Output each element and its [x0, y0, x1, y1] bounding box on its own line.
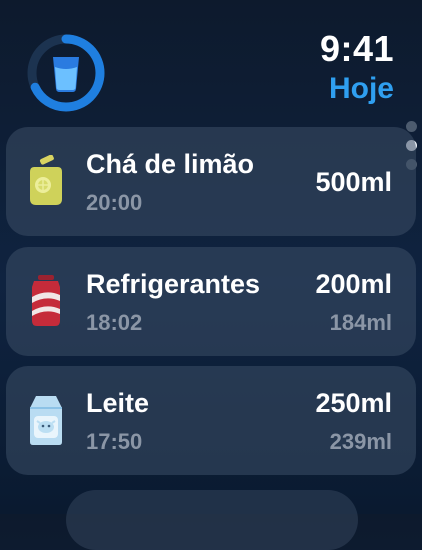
today-label[interactable]: Hoje — [329, 72, 394, 106]
drink-effective-amount: 184ml — [329, 310, 392, 335]
page-dot — [406, 121, 417, 132]
progress-ring[interactable] — [26, 33, 106, 113]
drink-entry-card[interactable]: Chá de limão 20:00 500ml — [6, 127, 416, 236]
progress-ring-graphic — [27, 34, 105, 112]
drink-time: 17:50 — [86, 429, 143, 454]
drink-entry-card[interactable]: Refrigerantes 18:02 200ml 184ml — [6, 247, 416, 356]
drink-name: Leite — [86, 388, 150, 418]
milk-carton-icon — [26, 394, 66, 446]
drink-time: 18:02 — [86, 310, 143, 335]
drink-amount: 250ml — [315, 388, 392, 418]
drink-amount: 200ml — [315, 269, 392, 299]
drink-time: 20:00 — [86, 190, 143, 215]
drink-effective-amount: 239ml — [329, 429, 392, 454]
water-glass-icon — [53, 57, 79, 92]
drink-entry-card[interactable]: Leite 17:50 250ml 239ml — [6, 366, 416, 475]
lemon-tea-jar-icon — [26, 154, 66, 207]
drink-name: Chá de limão — [86, 149, 255, 179]
drink-name: Refrigerantes — [86, 269, 261, 299]
soda-can-icon — [26, 275, 66, 327]
next-entry-card[interactable] — [66, 490, 358, 550]
clock-time: 9:41 — [319, 28, 394, 69]
drink-amount: 500ml — [315, 167, 392, 197]
